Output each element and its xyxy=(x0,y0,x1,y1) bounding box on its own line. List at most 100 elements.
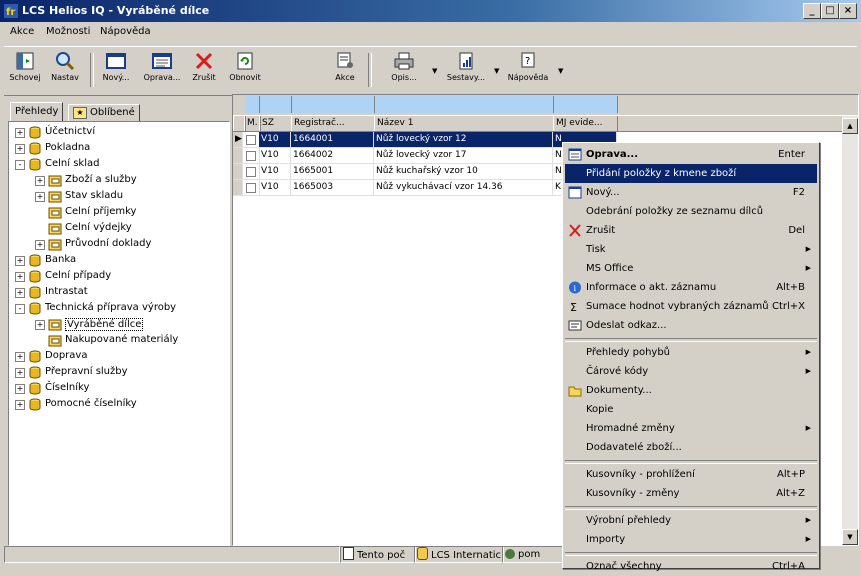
document-icon xyxy=(343,547,354,560)
expand-icon[interactable]: + xyxy=(35,320,45,330)
row-mark-cell[interactable] xyxy=(244,164,260,179)
hide-button[interactable]: Schovej xyxy=(8,51,42,91)
context-menu-item[interactable]: Kusovníky - změny Alt+Z xyxy=(565,484,817,503)
context-menu-item[interactable]: Oprava... Enter xyxy=(565,145,817,164)
table-row[interactable]: V10 1664002 Nůž lovecký vzor 17 N xyxy=(233,148,617,164)
context-menu-item[interactable]: i Informace o akt. záznamu Alt+B xyxy=(565,278,817,297)
tree-node[interactable]: + Číselníky xyxy=(9,382,227,396)
column-header-sz[interactable]: SZ xyxy=(259,116,292,131)
menu-akce[interactable]: Akce xyxy=(10,26,34,37)
app-logo-icon: fr xyxy=(4,4,18,18)
tree-node[interactable]: + Přepravní služby xyxy=(9,366,227,380)
napoveda-button[interactable]: ? Nápověda xyxy=(504,51,552,91)
tree-node[interactable]: Celní příjemky xyxy=(9,206,227,220)
expand-icon[interactable]: + xyxy=(35,240,45,250)
obnovit-button[interactable]: Obnovit xyxy=(226,51,264,91)
collapse-icon[interactable]: - xyxy=(15,160,25,170)
scroll-up-button[interactable]: ▲ xyxy=(842,118,858,134)
status-panel-record: Tento poč xyxy=(340,546,416,563)
table-row[interactable]: V10 1665003 Nůž vykuchávací vzor 14.36 K xyxy=(233,180,617,196)
novy-button[interactable]: Nový... xyxy=(98,51,134,91)
row-checkbox[interactable] xyxy=(246,151,256,161)
tree-node[interactable]: Celní výdejky xyxy=(9,222,227,236)
context-menu-item[interactable]: Importy ▶ xyxy=(565,530,817,549)
context-menu-item[interactable]: Hromadné změny ▶ xyxy=(565,419,817,438)
row-mark-cell[interactable] xyxy=(244,180,260,195)
maximize-button[interactable]: □ xyxy=(821,3,839,19)
expand-icon[interactable]: + xyxy=(15,288,25,298)
context-menu-item[interactable]: Nový... F2 xyxy=(565,183,817,202)
tree-node[interactable]: Nakupované materiály xyxy=(9,334,227,348)
row-mark-cell[interactable] xyxy=(244,132,260,147)
context-menu-item[interactable]: Dokumenty... xyxy=(565,381,817,400)
vertical-scrollbar[interactable]: ▲ ▼ xyxy=(842,116,858,545)
column-header-mj[interactable]: MJ evide... xyxy=(553,116,618,131)
zrusit-button[interactable]: Zrušit xyxy=(188,51,220,91)
menu-napoveda[interactable]: Nápověda xyxy=(100,26,151,37)
column-header-registracni[interactable]: Registrač... xyxy=(291,116,375,131)
expand-icon[interactable]: + xyxy=(15,400,25,410)
context-menu-item-label: Čárové kódy xyxy=(586,366,649,377)
expand-icon[interactable]: + xyxy=(15,144,25,154)
expand-icon[interactable]: + xyxy=(15,128,25,138)
opis-button[interactable]: Opis... xyxy=(384,51,424,91)
row-mark-cell[interactable] xyxy=(244,148,260,163)
table-row[interactable]: ▶ V10 1664001 Nůž lovecký vzor 12 N xyxy=(233,132,617,148)
scroll-down-button[interactable]: ▼ xyxy=(842,529,858,545)
expand-icon[interactable]: + xyxy=(35,176,45,186)
oprava-button[interactable]: Oprava... xyxy=(140,51,184,91)
tree-node[interactable]: + Vyráběné dílce xyxy=(9,318,227,332)
sestavy-dropdown-arrow[interactable]: ▼ xyxy=(494,67,499,75)
tree-node[interactable]: + Doprava xyxy=(9,350,227,364)
context-menu-item[interactable]: Tisk ▶ xyxy=(565,240,817,259)
context-menu-item[interactable]: Kopie xyxy=(565,400,817,419)
context-menu-item[interactable]: Kusovníky - prohlížení Alt+P xyxy=(565,465,817,484)
context-menu-item[interactable]: Přehledy pohybů ▶ xyxy=(565,343,817,362)
context-menu-item-label: Kopie xyxy=(586,404,614,415)
expand-icon[interactable]: + xyxy=(15,352,25,362)
context-menu-item[interactable]: Dodavatelé zboží... xyxy=(565,438,817,457)
tab-oblibene[interactable]: ★ Oblíbené xyxy=(68,104,140,122)
tree-node[interactable]: + Celní případy xyxy=(9,270,227,284)
context-menu-item[interactable]: Odeslat odkaz... xyxy=(565,316,817,335)
context-menu-item[interactable]: Čárové kódy ▶ xyxy=(565,362,817,381)
tree-node[interactable]: + Průvodní doklady xyxy=(9,238,227,252)
collapse-icon[interactable]: - xyxy=(15,304,25,314)
title-bar[interactable]: fr LCS Helios IQ - Vyráběné dílce _ □ × xyxy=(0,0,861,22)
tree-node[interactable]: + Zboží a služby xyxy=(9,174,227,188)
expand-icon[interactable]: + xyxy=(15,384,25,394)
context-menu-item[interactable]: Odebrání položky ze seznamu dílců xyxy=(565,202,817,221)
napoveda-dropdown-arrow[interactable]: ▼ xyxy=(558,67,563,75)
opis-dropdown-arrow[interactable]: ▼ xyxy=(432,67,437,75)
expand-icon[interactable]: + xyxy=(15,272,25,282)
tree-node[interactable]: + Pokladna xyxy=(9,142,227,156)
tree-node[interactable]: + Účetnictví xyxy=(9,126,227,140)
context-menu-item[interactable]: Σ Sumace hodnot vybraných záznamů Ctrl+X xyxy=(565,297,817,316)
table-row[interactable]: V10 1665001 Nůž kuchařský vzor 10 N xyxy=(233,164,617,180)
tree-node[interactable]: + Pomocné číselníky xyxy=(9,398,227,412)
tree-node[interactable]: + Banka xyxy=(9,254,227,268)
context-menu-item[interactable]: Přidání položky z kmene zboží xyxy=(565,164,817,183)
tree-node[interactable]: - Celní sklad xyxy=(9,158,227,172)
sestavy-button[interactable]: Sestavy... xyxy=(442,51,490,91)
nastav-button[interactable]: Nastav xyxy=(46,51,84,91)
row-checkbox[interactable] xyxy=(246,167,256,177)
close-button[interactable]: × xyxy=(839,3,857,19)
tree-node[interactable]: + Stav skladu xyxy=(9,190,227,204)
context-menu-item[interactable]: Výrobní přehledy ▶ xyxy=(565,511,817,530)
minimize-button[interactable]: _ xyxy=(803,3,821,19)
column-header-nazev[interactable]: Název 1 xyxy=(374,116,554,131)
context-menu-item[interactable]: MS Office ▶ xyxy=(565,259,817,278)
tab-prehledy[interactable]: Přehledy xyxy=(10,102,64,123)
expand-icon[interactable]: + xyxy=(15,256,25,266)
akce-button[interactable]: Akce xyxy=(330,51,360,91)
tree-node[interactable]: + Intrastat xyxy=(9,286,227,300)
tree-node[interactable]: - Technická příprava výroby xyxy=(9,302,227,316)
row-indicator: ▶ xyxy=(233,132,243,147)
expand-icon[interactable]: + xyxy=(15,368,25,378)
expand-icon[interactable]: + xyxy=(35,192,45,202)
menu-moznosti[interactable]: Možnosti xyxy=(46,26,90,37)
row-checkbox[interactable] xyxy=(246,135,256,145)
row-checkbox[interactable] xyxy=(246,183,256,193)
context-menu-item[interactable]: Zrušit Del xyxy=(565,221,817,240)
